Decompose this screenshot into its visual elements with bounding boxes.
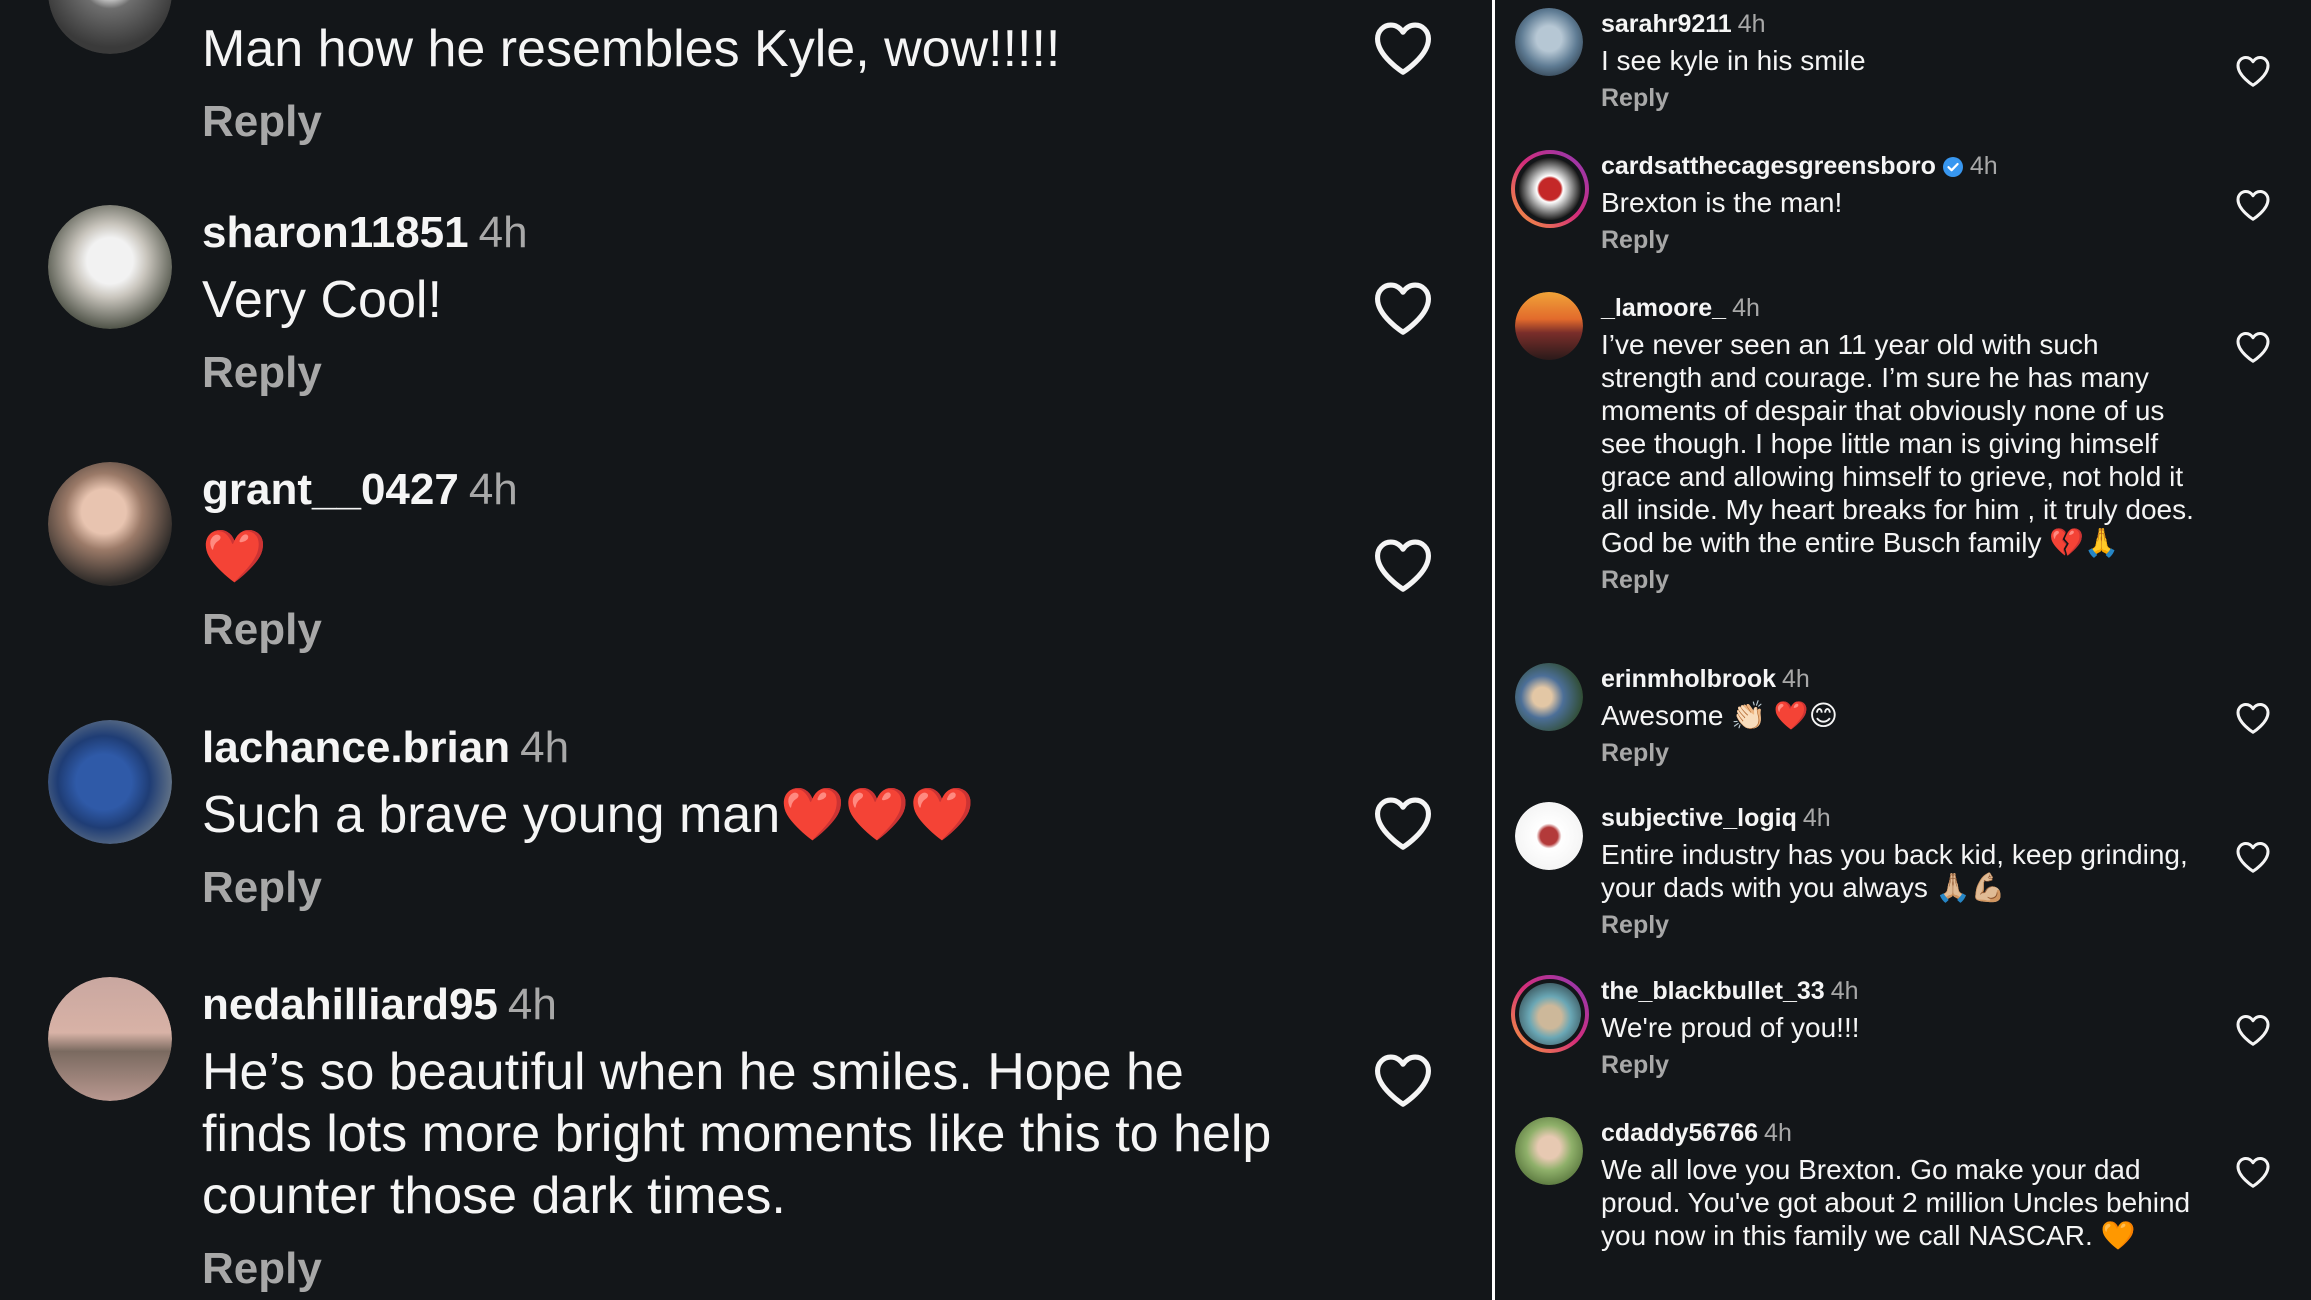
comment-text-block: Man how he resembles Kyle, wow!!!!! Repl…: [202, 18, 1282, 150]
timestamp: 4h: [1737, 10, 1766, 38]
comment-header: subjective_logiq 4h: [1601, 802, 2201, 834]
reply-button[interactable]: Reply: [1601, 565, 1669, 595]
reply-button[interactable]: Reply: [1601, 1050, 1669, 1080]
comment-header: cardsatthecagesgreensboro 4h: [1601, 150, 2201, 182]
comment-text-block: sarahr9211 4h I see kyle in his smile Rep…: [1601, 8, 2201, 113]
heart-outline-icon[interactable]: [2235, 330, 2271, 364]
reply-button[interactable]: Reply: [202, 1241, 322, 1297]
reply-button[interactable]: Reply: [1601, 738, 1669, 768]
reply-button[interactable]: Reply: [202, 860, 322, 916]
reply-button[interactable]: Reply: [1601, 225, 1669, 255]
comment-text-block: grant__0427 4h ❤️ Reply: [202, 462, 1282, 658]
username-link[interactable]: _lamoore_: [1601, 294, 1726, 322]
avatar[interactable]: [1515, 8, 1583, 76]
reply-button[interactable]: Reply: [202, 602, 322, 658]
username-link[interactable]: nedahilliard95: [202, 980, 498, 1029]
comment-header: sharon11851 4h: [202, 205, 1282, 261]
username-link[interactable]: grant__0427: [202, 465, 459, 514]
comment-text-block: erinmholbrook 4h Awesome 👏🏻 ❤️😊 Reply: [1601, 663, 2201, 768]
comment-text: We all love you Brexton. Go make your da…: [1601, 1154, 2191, 1251]
username-link[interactable]: subjective_logiq: [1601, 804, 1797, 832]
comment-header: grant__0427 4h: [202, 462, 1282, 518]
username-link[interactable]: lachance.brian: [202, 723, 510, 772]
verified-badge-icon: [1942, 157, 1963, 178]
avatar[interactable]: [1515, 1117, 1583, 1185]
comment-text-block: lachance.brian 4h Such a brave young man❤…: [202, 720, 1282, 916]
heart-outline-icon[interactable]: [1372, 20, 1434, 76]
avatar[interactable]: [1511, 975, 1589, 1053]
comments-panel-zoomed: Man how he resembles Kyle, wow!!!!! Repl…: [0, 0, 1492, 1300]
heart-outline-icon[interactable]: [1372, 280, 1434, 336]
timestamp: 4h: [1830, 977, 1859, 1005]
username-link[interactable]: sarahr9211: [1601, 10, 1732, 38]
comment-text: Man how he resembles Kyle, wow!!!!!: [202, 20, 1061, 78]
comment-header: nedahilliard95 4h: [202, 977, 1282, 1033]
comment-text: Entire industry has you back kid, keep g…: [1601, 839, 2188, 903]
comment-text: Awesome 👏🏻 ❤️😊: [1601, 700, 1838, 731]
comment-text-block: cdaddy56766 4h We all love you Brexton. G…: [1601, 1117, 2201, 1252]
heart-outline-icon[interactable]: [2235, 188, 2271, 222]
comment-text-block: subjective_logiq 4h Entire industry has y…: [1601, 802, 2201, 940]
comment-header: erinmholbrook 4h: [1601, 663, 2201, 695]
heart-outline-icon[interactable]: [1372, 1052, 1434, 1108]
comment-header: cdaddy56766 4h: [1601, 1117, 2201, 1149]
timestamp: 4h: [520, 723, 570, 772]
comment-text: I see kyle in his smile: [1601, 45, 1866, 76]
comment-header: the_blackbullet_33 4h: [1601, 975, 2201, 1007]
comment-text: I’ve never seen an 11 year old with such…: [1601, 329, 2194, 558]
comment-text-block: sharon11851 4h Very Cool! Reply: [202, 205, 1282, 401]
username-link[interactable]: sharon11851: [202, 208, 469, 257]
comment-text: Brexton is the man!: [1601, 187, 1843, 218]
heart-outline-icon[interactable]: [2235, 1013, 2271, 1047]
timestamp: 4h: [468, 465, 518, 514]
avatar[interactable]: [48, 205, 172, 329]
reply-button[interactable]: Reply: [202, 345, 322, 401]
comments-panel: sarahr9211 4h I see kyle in his smile Rep…: [1495, 0, 2311, 1300]
reply-button[interactable]: Reply: [1601, 83, 1669, 113]
comment-text-block: nedahilliard95 4h He’s so beautiful when …: [202, 977, 1282, 1297]
comment-text: We're proud of you!!!: [1601, 1012, 1860, 1043]
avatar[interactable]: [48, 720, 172, 844]
timestamp: 4h: [1969, 152, 1998, 180]
comment-text: ❤️: [202, 528, 267, 586]
avatar[interactable]: [1515, 663, 1583, 731]
avatar[interactable]: [48, 0, 172, 54]
comment-text-block: _lamoore_ 4h I’ve never seen an 11 year o…: [1601, 292, 2201, 595]
reply-button[interactable]: Reply: [202, 94, 322, 150]
comment-text: Very Cool!: [202, 271, 442, 329]
heart-outline-icon[interactable]: [2235, 1155, 2271, 1189]
heart-outline-icon[interactable]: [2235, 701, 2271, 735]
heart-outline-icon[interactable]: [1372, 537, 1434, 593]
avatar[interactable]: [1511, 150, 1589, 228]
avatar[interactable]: [1515, 292, 1583, 360]
comment-header: _lamoore_ 4h: [1601, 292, 2201, 324]
timestamp: 4h: [1732, 294, 1760, 322]
username-link[interactable]: cardsatthecagesgreensboro: [1601, 152, 1936, 180]
username-link[interactable]: erinmholbrook: [1601, 665, 1776, 693]
reply-button[interactable]: Reply: [1601, 910, 1669, 940]
timestamp: 4h: [1782, 665, 1810, 693]
username-link[interactable]: cdaddy56766: [1601, 1119, 1758, 1147]
avatar[interactable]: [1515, 802, 1583, 870]
timestamp: 4h: [1802, 804, 1831, 832]
heart-outline-icon[interactable]: [2235, 54, 2271, 88]
comment-text: He’s so beautiful when he smiles. Hope h…: [202, 1043, 1272, 1225]
timestamp: 4h: [507, 980, 557, 1029]
heart-outline-icon[interactable]: [1372, 795, 1434, 851]
comment-text-block: cardsatthecagesgreensboro 4h Brexton is t…: [1601, 150, 2201, 255]
comment-text: Such a brave young man❤️❤️❤️: [202, 786, 975, 844]
heart-outline-icon[interactable]: [2235, 840, 2271, 874]
timestamp: 4h: [478, 208, 528, 257]
avatar[interactable]: [48, 462, 172, 586]
timestamp: 4h: [1764, 1119, 1792, 1147]
comment-header: lachance.brian 4h: [202, 720, 1282, 776]
comment-text-block: the_blackbullet_33 4h We're proud of you!…: [1601, 975, 2201, 1080]
username-link[interactable]: the_blackbullet_33: [1601, 977, 1825, 1005]
comment-header: sarahr9211 4h: [1601, 8, 2201, 40]
avatar[interactable]: [48, 977, 172, 1101]
